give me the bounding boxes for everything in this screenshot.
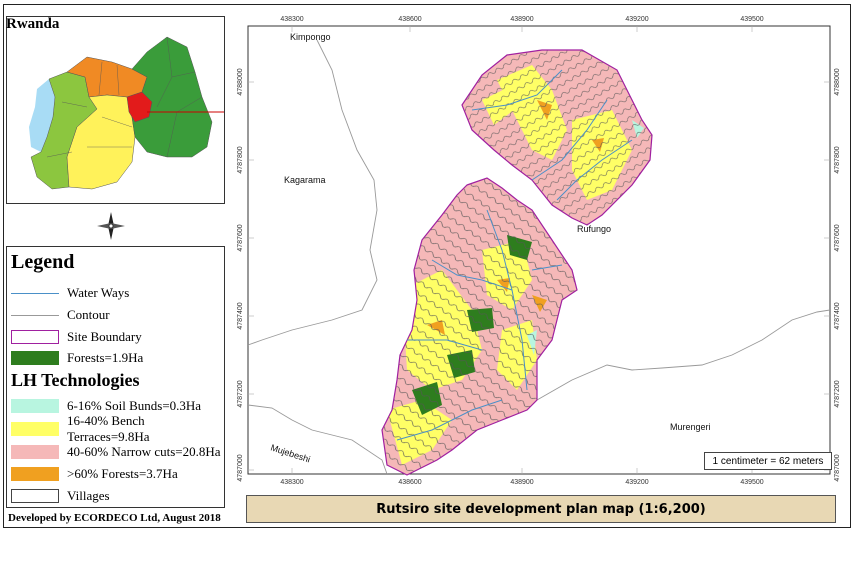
x-tick-top-4: 439500 <box>740 16 763 23</box>
y-tick-left-1: 4787800 <box>237 146 244 173</box>
x-tick-bottom-4: 439500 <box>740 479 763 486</box>
legend-item-steep-forests: >60% Forests=3.7Ha <box>11 466 178 482</box>
y-tick-left-0: 4788000 <box>237 68 244 95</box>
rwanda-inset-map <box>6 16 225 204</box>
legend-item-villages: Villages <box>11 488 110 504</box>
legend-item-soil-bunds: 6-16% Soil Bunds=0.3Ha <box>11 398 201 414</box>
x-tick-top-1: 438600 <box>398 16 421 23</box>
village-label-kimpongo: Kimpongo <box>290 32 331 42</box>
x-tick-bottom-3: 439200 <box>625 479 648 486</box>
legend-item-forests: Forests=1.9Ha <box>11 350 143 366</box>
y-tick-left-4: 4787200 <box>237 380 244 407</box>
x-tick-top-2: 438900 <box>510 16 533 23</box>
legend-item-contour: Contour <box>11 307 110 323</box>
legend-panel: Legend Water Ways Contour Site Boundary … <box>6 246 225 508</box>
lh-technologies-title: LH Technologies <box>11 370 140 390</box>
y-tick-left-5: 4787000 <box>237 454 244 481</box>
rwanda-inset-svg <box>7 17 224 203</box>
north-arrow-icon <box>97 212 125 240</box>
map-title: Rutsiro site development plan map (1:6,2… <box>246 495 836 523</box>
y-tick-right-0: 4788000 <box>834 68 841 95</box>
site-map: 438300 438600 438900 439200 439500 43830… <box>237 16 841 486</box>
y-tick-right-4: 4787200 <box>834 380 841 407</box>
scale-text: 1 centimeter = 62 meters <box>704 452 832 470</box>
inset-title: Rwanda <box>6 16 60 32</box>
y-tick-right-2: 4787600 <box>834 224 841 251</box>
legend-item-waterways: Water Ways <box>11 285 129 301</box>
y-tick-left-2: 4787600 <box>237 224 244 251</box>
x-tick-bottom-0: 438300 <box>280 479 303 486</box>
x-tick-bottom-1: 438600 <box>398 479 421 486</box>
legend-item-site-boundary: Site Boundary <box>11 329 142 345</box>
village-label-rufungo: Rufungo <box>577 224 611 234</box>
x-tick-top-3: 439200 <box>625 16 648 23</box>
x-tick-bottom-2: 438900 <box>510 479 533 486</box>
legend-item-bench-terraces: 16-40% Bench Terraces=9.8Ha <box>11 413 224 444</box>
legend-item-narrow-cuts: 40-60% Narrow cuts=20.8Ha <box>11 444 221 460</box>
village-label-murengeri: Murengeri <box>670 422 711 432</box>
waterway-swatch <box>11 286 59 300</box>
x-tick-top-0: 438300 <box>280 16 303 23</box>
village-label-kagarama: Kagarama <box>284 175 326 185</box>
site-boundary-swatch <box>11 330 59 344</box>
y-tick-right-1: 4787800 <box>834 146 841 173</box>
legend-title: Legend <box>11 251 75 273</box>
y-tick-right-3: 4787400 <box>834 302 841 329</box>
y-tick-left-3: 4787400 <box>237 302 244 329</box>
contour-swatch <box>11 308 59 322</box>
forests-swatch <box>11 351 59 365</box>
credit-text: Developed by ECORDECO Ltd, August 2018 <box>8 512 221 524</box>
y-tick-right-5: 4787000 <box>834 454 841 481</box>
